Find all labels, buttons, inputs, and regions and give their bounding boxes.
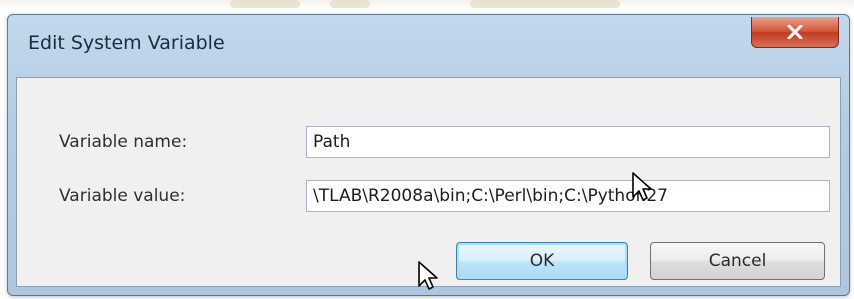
background-blur [230, 0, 300, 8]
variable-name-input[interactable]: Path [306, 126, 830, 158]
dialog-title: Edit System Variable [28, 32, 225, 54]
close-button[interactable] [751, 17, 839, 48]
dialog-body: Variable name: Path Variable value: \TLA… [16, 77, 841, 287]
ok-button[interactable]: OK [456, 242, 628, 280]
background-blur [330, 0, 370, 8]
variable-value-label: Variable value: [59, 186, 186, 206]
background-strip [0, 0, 854, 10]
background-blur [470, 0, 620, 8]
variable-name-label: Variable name: [59, 132, 188, 152]
cancel-button[interactable]: Cancel [650, 242, 825, 280]
arrow-cursor-icon [418, 261, 438, 290]
screenshot: Edit System Variable Variable name: Path… [0, 0, 854, 299]
close-x-icon [787, 25, 803, 39]
edit-system-variable-dialog: Edit System Variable Variable name: Path… [7, 14, 850, 296]
variable-value-input[interactable]: \TLAB\R2008a\bin;C:\Perl\bin;C:\Python27 [306, 180, 830, 212]
arrow-cursor-icon [632, 172, 652, 201]
